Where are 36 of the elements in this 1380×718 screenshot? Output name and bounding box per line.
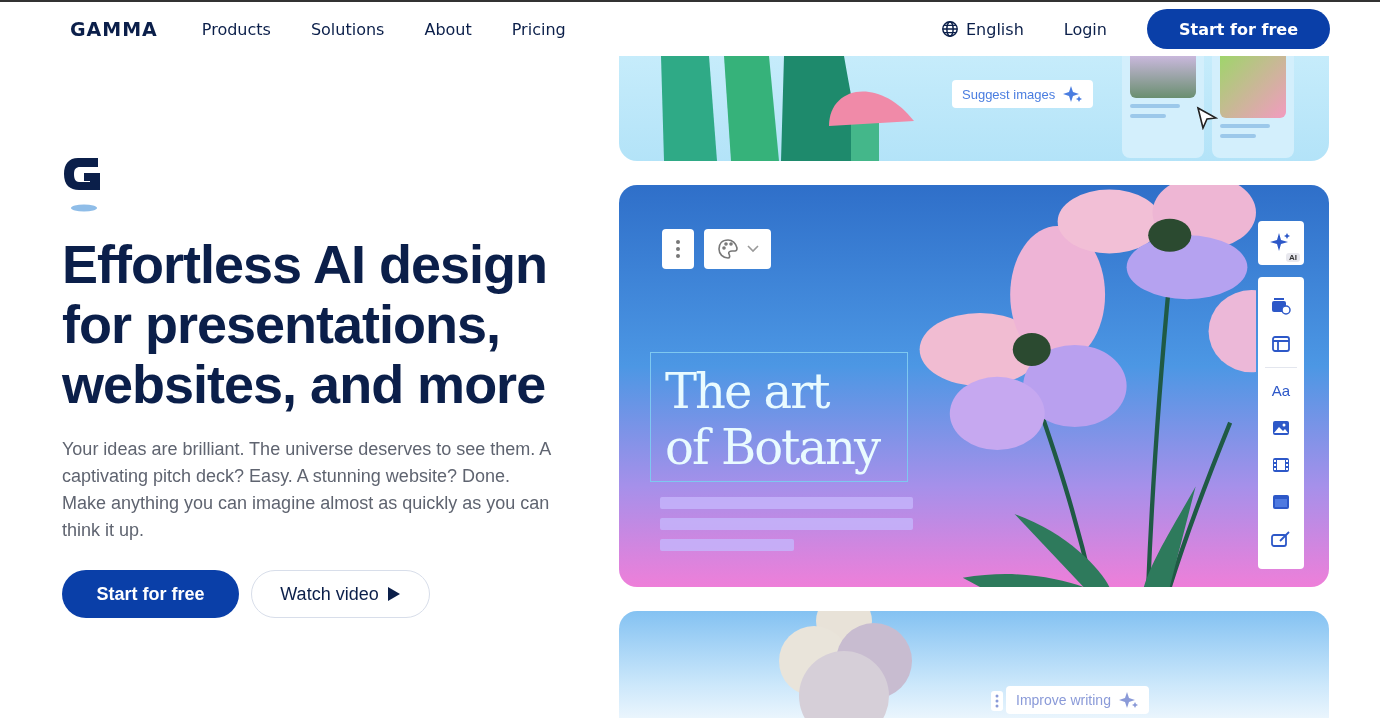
chevron-down-icon <box>746 245 759 253</box>
palette-icon <box>716 238 739 260</box>
language-selector[interactable]: English <box>941 19 1024 39</box>
slide-title: of Botany <box>665 419 881 475</box>
layout-icon[interactable] <box>1272 336 1290 352</box>
more-button[interactable] <box>662 229 694 269</box>
sparkle-icon <box>1118 691 1139 709</box>
window-icon[interactable] <box>1272 494 1290 510</box>
image-thumbnail[interactable] <box>1212 56 1294 158</box>
hero-heading: Effortless AI design for presentations, websites, and more <box>62 234 549 414</box>
ai-button[interactable]: AI <box>1258 221 1304 265</box>
film-icon[interactable] <box>1272 457 1290 473</box>
image-thumbnail[interactable] <box>1122 56 1204 158</box>
text-tool[interactable]: Aa <box>1271 383 1291 399</box>
logo[interactable]: GAMMA <box>70 18 158 40</box>
more-icon <box>676 240 680 258</box>
start-button[interactable]: Start for free <box>62 570 239 618</box>
globe-icon <box>941 20 959 38</box>
theme-button[interactable] <box>704 229 771 269</box>
sparkle-icon <box>1063 85 1084 103</box>
login-link[interactable]: Login <box>1063 19 1107 39</box>
more-icon[interactable] <box>991 691 1003 711</box>
slide-title: The art <box>665 363 831 419</box>
watch-video-button[interactable]: Watch video <box>251 570 430 618</box>
cursor-icon <box>1196 106 1218 130</box>
start-button[interactable]: Start for free <box>1146 9 1330 49</box>
nav-link[interactable]: Solutions <box>310 19 385 39</box>
hero-description: Your ideas are brilliant. The universe deserves to see them. A captivating pitch deck? Easy. A stunning website? Done. Make anything you can imagine almost as quickly as you can think it up. <box>62 438 552 542</box>
suggest-images-chip[interactable]: Suggest images <box>952 80 1094 108</box>
edit-icon[interactable] <box>1271 531 1291 547</box>
play-icon <box>386 586 401 602</box>
card-add-icon[interactable] <box>1271 297 1291 315</box>
nav-link[interactable]: Products <box>201 19 271 39</box>
image-icon[interactable] <box>1272 420 1290 436</box>
nav-link[interactable]: Pricing <box>511 19 566 39</box>
nav-link[interactable]: About <box>424 19 472 39</box>
